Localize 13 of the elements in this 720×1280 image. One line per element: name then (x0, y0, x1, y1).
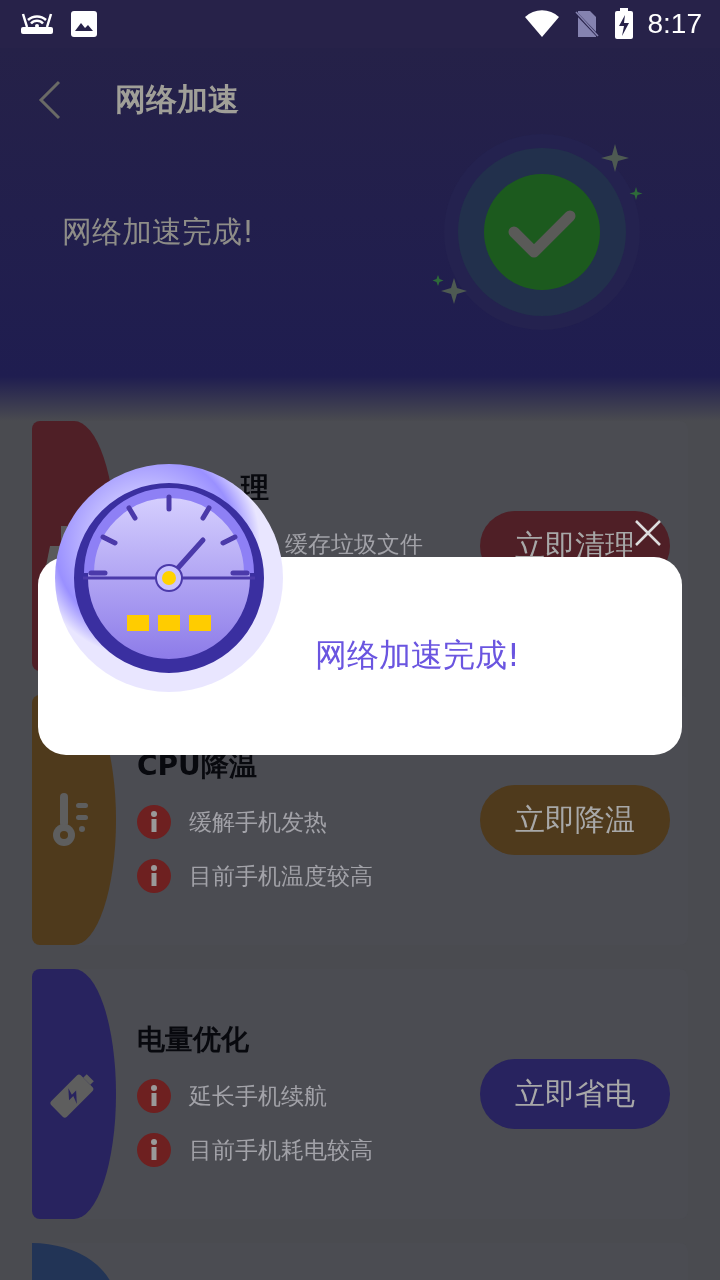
page-title: 网络加速 (115, 80, 239, 119)
clock-time: 8:17 (647, 8, 702, 40)
action-button[interactable]: 立即降温 (480, 785, 670, 855)
action-button[interactable]: 立即省电 (480, 1059, 670, 1129)
card-hint: 缓存垃圾文件 (285, 529, 423, 559)
card-hint: 缓解手机发热 (189, 807, 327, 837)
card-hint: 目前手机耗电较高 (189, 1135, 373, 1165)
card-title: 电量优化 (137, 1022, 250, 1058)
card-hint: 延长手机续航 (189, 1081, 327, 1111)
result-message: 网络加速完成! (62, 212, 256, 251)
card-hint: 目前手机温度较高 (189, 861, 373, 891)
card-title: 理 (241, 470, 270, 506)
dialog-message: 网络加速完成! (315, 635, 520, 676)
